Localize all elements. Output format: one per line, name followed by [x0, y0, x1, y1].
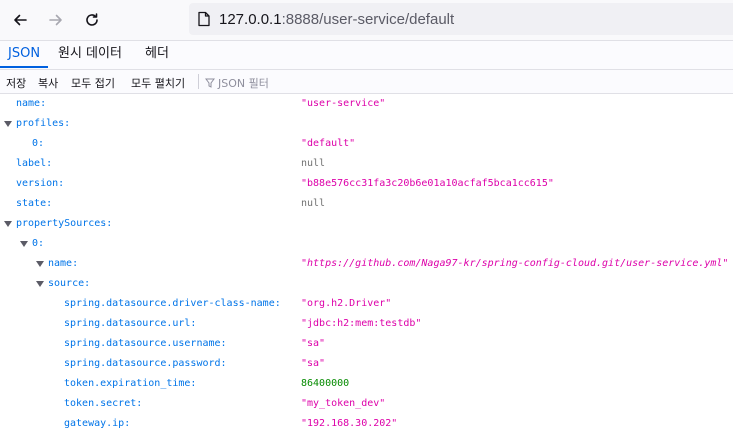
tab-json[interactable]: JSON	[0, 41, 49, 68]
browser-toolbar: 127.0.0.1:8888/user-service/default	[0, 0, 733, 41]
json-row-propertysources[interactable]: propertySources:	[0, 214, 733, 234]
json-value: 86400000	[301, 378, 350, 389]
json-row-label[interactable]: label: null	[0, 154, 733, 174]
json-key: name:	[48, 258, 79, 269]
json-value: "sa"	[301, 338, 326, 349]
json-key: spring.datasource.password:	[64, 358, 227, 369]
json-key: spring.datasource.driver-class-name:	[64, 298, 281, 309]
filter-icon	[205, 78, 215, 88]
json-toolbar: 저장 복사 모두 접기 모두 펼치기 JSON 필터	[0, 70, 733, 94]
json-key: source:	[48, 278, 91, 289]
json-key: label:	[16, 158, 53, 169]
json-key: token.secret:	[64, 398, 143, 409]
json-filter-input[interactable]: JSON 필터	[205, 75, 269, 91]
expand-all-button[interactable]: 모두 펼치기	[131, 75, 185, 91]
json-row-source-item[interactable]: spring.datasource.username: "sa"	[0, 334, 733, 354]
expand-toggle-icon[interactable]	[36, 281, 44, 287]
json-row-source-item[interactable]: spring.datasource.url: "jdbc:h2:mem:test…	[0, 314, 733, 334]
json-key: state:	[16, 198, 53, 209]
reload-button[interactable]	[77, 5, 107, 35]
json-key: spring.datasource.username:	[64, 338, 227, 349]
json-value: "sa"	[301, 358, 326, 369]
json-value: "https://github.com/Naga97-kr/spring-con…	[301, 258, 729, 269]
json-row-source-item[interactable]: gateway.ip: "192.168.30.202"	[0, 414, 733, 434]
json-key: gateway.ip:	[64, 418, 131, 429]
json-key: spring.datasource.url:	[64, 318, 197, 329]
expand-toggle-icon[interactable]	[20, 241, 28, 247]
arrow-left-icon	[14, 14, 27, 26]
save-button[interactable]: 저장	[6, 75, 26, 91]
back-button[interactable]	[5, 5, 35, 35]
json-row-propertysources-0[interactable]: 0:	[0, 234, 733, 254]
expand-toggle-icon[interactable]	[36, 261, 44, 267]
expand-toggle-icon[interactable]	[4, 221, 12, 227]
json-key: name:	[16, 98, 47, 109]
json-value: "192.168.30.202"	[301, 418, 398, 429]
json-key: version:	[16, 178, 65, 189]
json-value: "default"	[301, 138, 356, 149]
collapse-all-button[interactable]: 모두 접기	[71, 75, 115, 91]
json-row-state[interactable]: state: null	[0, 194, 733, 214]
json-row-ps-name[interactable]: name: "https://github.com/Naga97-kr/spri…	[0, 254, 733, 274]
json-key: token.expiration_time:	[64, 378, 197, 389]
filter-placeholder: JSON 필터	[218, 77, 269, 90]
reload-icon	[86, 13, 98, 26]
json-key: 0:	[32, 138, 45, 149]
json-value: "b88e576cc31fa3c20b6e01a10acfaf5bca1cc61…	[301, 178, 554, 189]
viewer-tabs: JSON 원시 데이터 헤더	[0, 41, 733, 70]
json-row-profiles[interactable]: profiles:	[0, 114, 733, 134]
json-value: "my_token_dev"	[301, 398, 386, 409]
arrow-right-icon	[49, 14, 62, 26]
json-key: profiles:	[16, 118, 71, 129]
forward-button[interactable]	[41, 5, 71, 35]
json-row-version[interactable]: version: "b88e576cc31fa3c20b6e01a10acfaf…	[0, 174, 733, 194]
json-row-profiles-0[interactable]: 0: "default"	[0, 134, 733, 154]
json-row-source-item[interactable]: spring.datasource.password: "sa"	[0, 354, 733, 374]
url-path: :8888/user-service/default	[281, 10, 455, 28]
json-key: 0:	[32, 238, 45, 249]
json-row-source[interactable]: source:	[0, 274, 733, 294]
json-value: null	[301, 198, 326, 209]
tab-raw-data[interactable]: 원시 데이터	[58, 41, 122, 68]
json-row-name[interactable]: name: "user-service"	[0, 94, 733, 114]
json-value: null	[301, 158, 326, 169]
json-row-source-item[interactable]: spring.datasource.driver-class-name: "or…	[0, 294, 733, 314]
json-value: "user-service"	[301, 98, 386, 109]
json-key: propertySources:	[16, 218, 113, 229]
expand-toggle-icon[interactable]	[4, 121, 12, 127]
toolbar-divider	[198, 74, 199, 89]
json-value: "jdbc:h2:mem:testdb"	[301, 318, 422, 329]
copy-button[interactable]: 복사	[38, 75, 58, 91]
page-icon	[198, 11, 210, 27]
url-host: 127.0.0.1	[219, 10, 282, 28]
url-bar[interactable]: 127.0.0.1:8888/user-service/default	[189, 3, 733, 35]
json-value: "org.h2.Driver"	[301, 298, 392, 309]
tab-headers[interactable]: 헤더	[145, 41, 169, 68]
json-row-source-item[interactable]: token.expiration_time: 86400000	[0, 374, 733, 394]
json-row-source-item[interactable]: token.secret: "my_token_dev"	[0, 394, 733, 414]
